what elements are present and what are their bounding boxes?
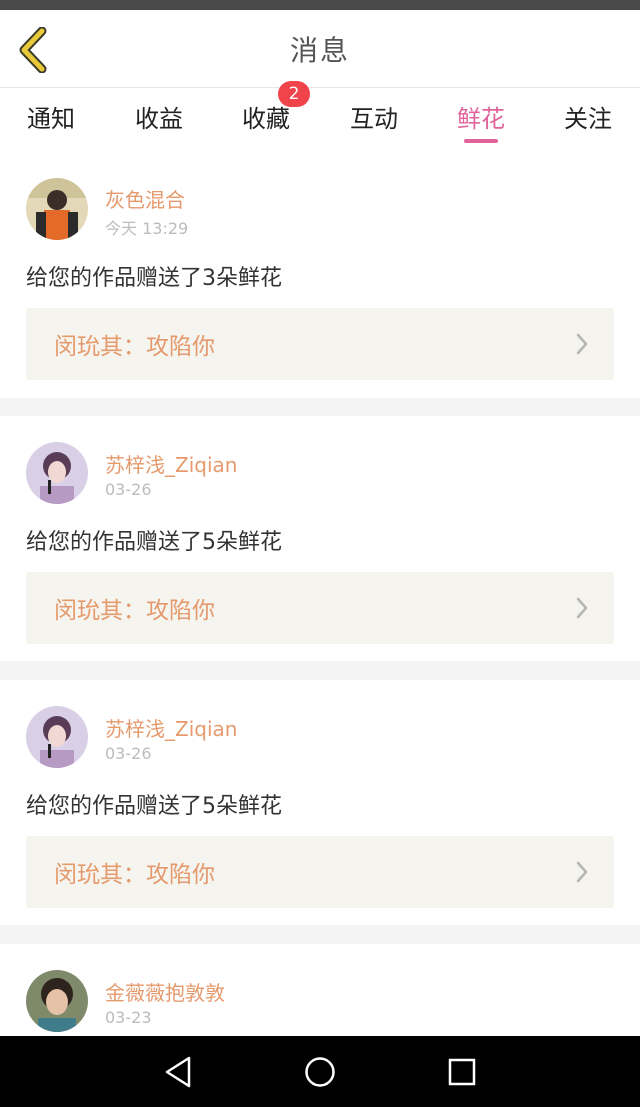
- square-recents-icon: [448, 1058, 476, 1086]
- back-button[interactable]: [14, 26, 54, 74]
- tab-follows[interactable]: 关注: [538, 89, 638, 149]
- tab-label: 收益: [135, 104, 183, 133]
- tab-bar: 通知 收益 收藏 2 互动 鲜花 关注: [0, 81, 640, 149]
- tab-earnings[interactable]: 收益: [109, 89, 209, 149]
- chevron-right-icon: [576, 597, 588, 619]
- system-nav-bar: [0, 1036, 640, 1107]
- tab-flowers[interactable]: 鲜花: [431, 89, 531, 149]
- list-item: 金薇薇抱敦敦 03-23: [0, 944, 640, 1036]
- tab-favorites[interactable]: 收藏 2: [216, 81, 316, 149]
- work-title: 闵玧其：攻陷你: [54, 334, 215, 360]
- nav-home-button[interactable]: [298, 1050, 342, 1094]
- user-avatar-image: [26, 970, 88, 1032]
- timestamp: 03-26: [105, 480, 152, 499]
- active-tab-indicator: [464, 139, 498, 143]
- timestamp: 今天 13:29: [105, 219, 189, 238]
- circle-home-icon: [305, 1057, 335, 1087]
- nav-back-button[interactable]: [156, 1050, 200, 1094]
- tab-notifications[interactable]: 通知: [1, 89, 101, 149]
- work-link[interactable]: 闵玧其：攻陷你: [26, 308, 614, 380]
- list-item: 灰色混合 今天 13:29 给您的作品赠送了3朵鲜花 闵玧其：攻陷你: [0, 150, 640, 398]
- user-avatar-image: [26, 178, 88, 240]
- work-title: 闵玧其：攻陷你: [54, 862, 215, 888]
- header: 消息: [0, 10, 640, 88]
- work-link[interactable]: 闵玧其：攻陷你: [26, 836, 614, 908]
- tab-label: 通知: [27, 104, 75, 133]
- unread-badge: 2: [278, 81, 310, 107]
- tab-label: 关注: [564, 104, 612, 133]
- message-text: 给您的作品赠送了5朵鲜花: [26, 794, 282, 819]
- timestamp: 03-26: [105, 744, 152, 763]
- work-title: 闵玧其：攻陷你: [54, 598, 215, 624]
- chevron-right-icon: [576, 861, 588, 883]
- work-link[interactable]: 闵玧其：攻陷你: [26, 572, 614, 644]
- user-avatar-image: [26, 706, 88, 768]
- page-title: 消息: [289, 34, 350, 67]
- message-text: 给您的作品赠送了5朵鲜花: [26, 530, 282, 555]
- list-item: 苏梓浅_Ziqian 03-26 给您的作品赠送了5朵鲜花 闵玧其：攻陷你: [0, 416, 640, 661]
- username[interactable]: 苏梓浅_Ziqian: [105, 449, 237, 478]
- avatar[interactable]: [26, 178, 88, 240]
- timestamp: 03-23: [105, 1008, 152, 1027]
- tab-label: 互动: [350, 104, 398, 133]
- nav-recents-button[interactable]: [440, 1050, 484, 1094]
- chevron-right-icon: [576, 333, 588, 355]
- avatar[interactable]: [26, 970, 88, 1032]
- status-bar: [0, 0, 640, 10]
- username[interactable]: 金薇薇抱敦敦: [105, 977, 225, 1006]
- username[interactable]: 苏梓浅_Ziqian: [105, 713, 237, 742]
- chevron-left-icon: [19, 27, 47, 73]
- username[interactable]: 灰色混合: [105, 184, 185, 213]
- avatar[interactable]: [26, 442, 88, 504]
- message-list[interactable]: 灰色混合 今天 13:29 给您的作品赠送了3朵鲜花 闵玧其：攻陷你 苏梓浅_Z…: [0, 150, 640, 1036]
- tab-label: 鲜花: [457, 104, 505, 133]
- list-item: 苏梓浅_Ziqian 03-26 给您的作品赠送了5朵鲜花 闵玧其：攻陷你: [0, 680, 640, 925]
- avatar[interactable]: [26, 706, 88, 768]
- triangle-back-icon: [165, 1056, 191, 1088]
- tab-interactions[interactable]: 互动: [324, 89, 424, 149]
- user-avatar-image: [26, 442, 88, 504]
- message-text: 给您的作品赠送了3朵鲜花: [26, 266, 282, 291]
